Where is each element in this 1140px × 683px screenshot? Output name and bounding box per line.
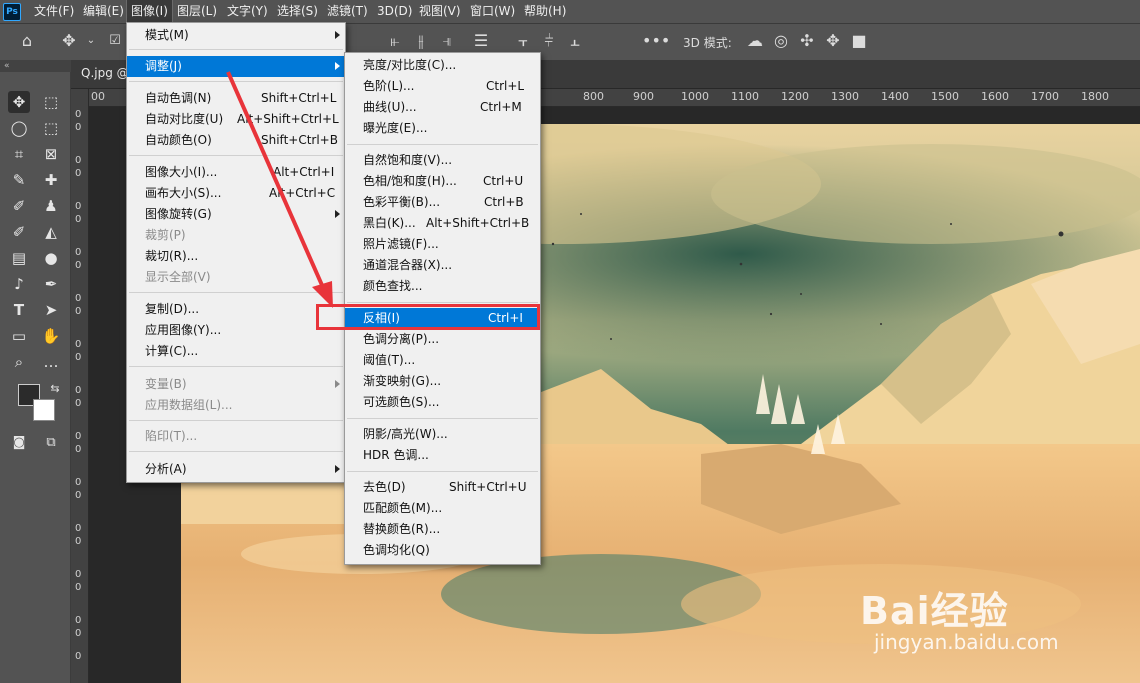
annotation-arrow-line [226,71,327,293]
baidu-watermark: Bai经验 jingyan.baidu.com [860,568,1110,658]
watermark-url: jingyan.baidu.com [874,630,1059,654]
annotation-highlight-box [316,304,540,330]
watermark-text: Bai经验 [860,589,1009,633]
